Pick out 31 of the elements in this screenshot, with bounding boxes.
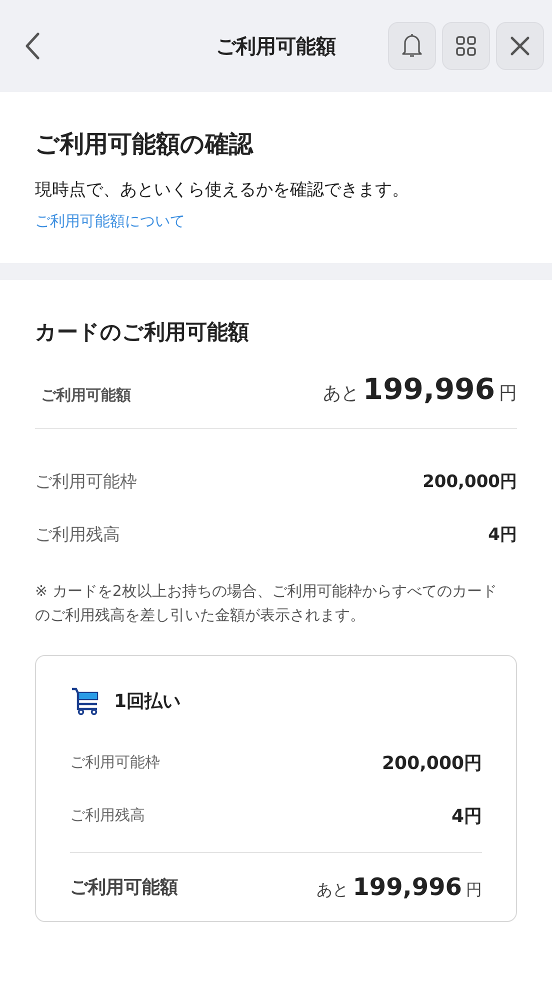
info-link[interactable]: ご利用可能額について xyxy=(35,212,185,230)
currency-unit: 円 xyxy=(466,880,482,901)
grid-icon xyxy=(455,35,477,57)
total-label: ご利用可能額 xyxy=(70,876,178,899)
close-button[interactable] xyxy=(496,22,544,70)
row-value: 200,000円 xyxy=(382,752,482,774)
row-label: ご利用残高 xyxy=(70,806,145,825)
description: 現時点で、あといくら使えるかを確認できます。 xyxy=(35,179,410,201)
section-heading: カードのご利用可能額 xyxy=(35,319,250,346)
row-label: ご利用可能枠 xyxy=(70,753,160,772)
row-value: 4円 xyxy=(488,524,517,546)
page-title: ご利用可能額 xyxy=(216,32,336,60)
amount-prefix: あと xyxy=(322,382,359,405)
card-title: 1回払い xyxy=(114,690,181,713)
cart-icon xyxy=(70,686,100,716)
notification-button[interactable] xyxy=(388,22,436,70)
row-value: 4円 xyxy=(451,804,482,828)
note-text: ※ カードを2枚以上お持ちの場合、ご利用可能枠からすべてのカードのご利用残高を差し引いた金額が表示されます。 xyxy=(35,581,498,626)
menu-button[interactable] xyxy=(442,22,490,70)
back-icon[interactable] xyxy=(24,32,40,60)
amount-prefix: あと xyxy=(316,880,349,901)
row-value: 200,000円 xyxy=(422,471,517,493)
row-label: ご利用残高 xyxy=(35,524,120,546)
total-label: ご利用可能額 xyxy=(41,384,131,404)
available-amount: 199,996 xyxy=(352,873,462,901)
available-amount: 199,996 xyxy=(362,372,495,406)
bell-icon xyxy=(400,32,424,60)
close-icon xyxy=(509,35,531,57)
currency-unit: 円 xyxy=(499,382,517,405)
section-heading: ご利用可能額の確認 xyxy=(35,129,254,160)
row-label: ご利用可能枠 xyxy=(35,471,137,493)
